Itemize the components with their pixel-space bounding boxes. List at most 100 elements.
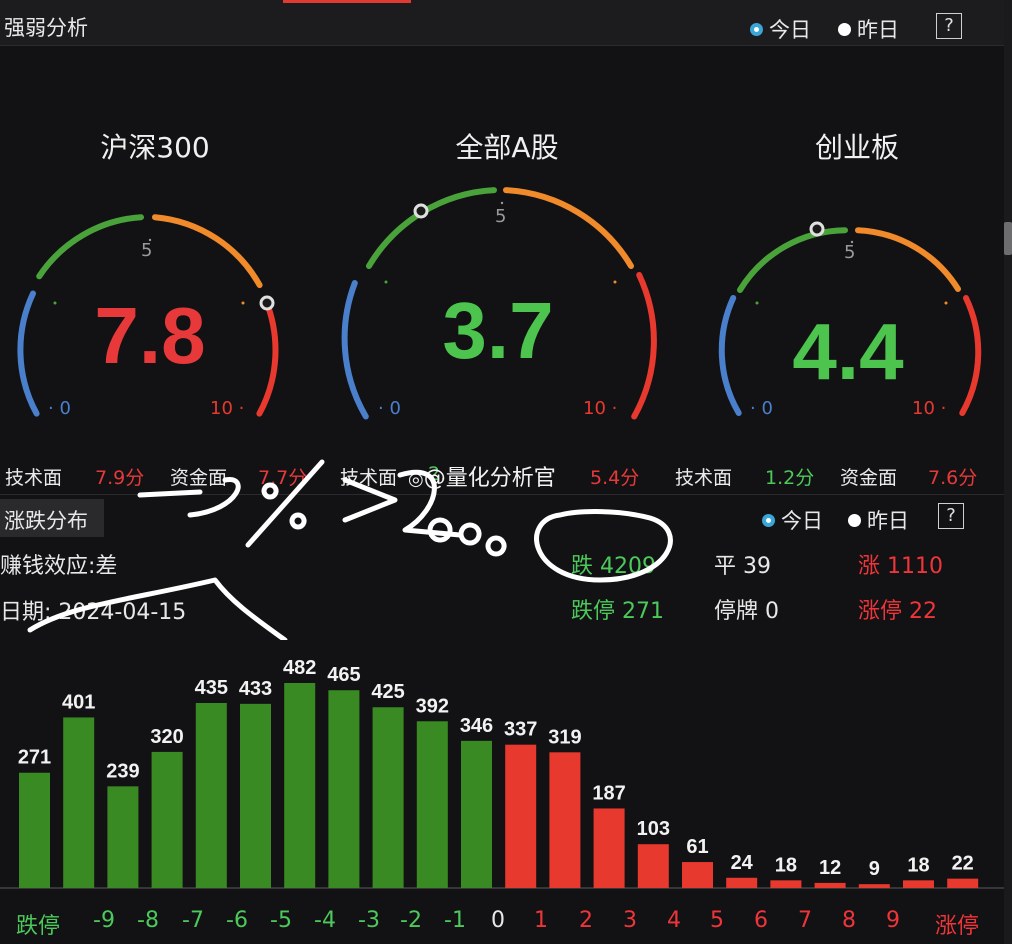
gauge-min-value: 0 — [761, 398, 773, 419]
bar-down-5 — [240, 703, 271, 888]
bar-value-label: 239 — [106, 760, 139, 782]
bar-value-label: 12 — [819, 857, 841, 879]
bar-down-3 — [151, 751, 183, 888]
bar-up-17 — [770, 880, 802, 888]
bar-up-14 — [637, 844, 669, 888]
gauge-mid-tick: 5 — [495, 206, 507, 227]
bar-value-label: 482 — [283, 657, 316, 679]
bar-value-label: 61 — [686, 836, 708, 858]
distribution-chart: 271 401 239 320 435 433 482 465 425 392 346 337 319 1… — [0, 657, 1004, 889]
x-axis-label: 8 — [842, 908, 856, 933]
help-button[interactable]: ? — [938, 503, 964, 529]
radio-unselected-icon — [848, 513, 861, 527]
gauge-marker — [259, 295, 275, 311]
bar-up-12 — [549, 752, 581, 888]
x-axis-label: 3 — [623, 908, 637, 933]
x-axis-label: -6 — [226, 908, 248, 933]
up-count: 涨 1110 — [858, 554, 943, 579]
bar-up-19 — [858, 884, 890, 888]
bar-down-9 — [416, 721, 448, 888]
bar-up-16 — [726, 877, 758, 888]
x-axis-label: 6 — [754, 908, 768, 933]
gauge-min-value: 0 — [59, 398, 71, 419]
bar-value-label: 435 — [195, 677, 228, 699]
gauge-arc-green — [737, 227, 848, 293]
bar-value-label: 18 — [775, 854, 797, 876]
gauge-arc-blue — [341, 280, 369, 420]
gauge-max: 10 · — [583, 398, 618, 419]
bar-value-label: 346 — [460, 715, 493, 737]
bar-value-label: 401 — [62, 691, 95, 713]
gauge-arc-green — [366, 187, 497, 269]
bar-value-label: 465 — [327, 664, 360, 686]
gauge-arc-orange — [152, 214, 263, 289]
bar-value-label: 18 — [907, 854, 929, 876]
x-axis-label: 9 — [886, 908, 900, 933]
bars-group: 271 401 239 320 435 433 482 465 425 392 346 337 319 1… — [18, 657, 979, 888]
bar-value-label: 425 — [371, 681, 404, 703]
gauge-arc-orange — [855, 227, 961, 292]
bar-up-15 — [682, 862, 713, 888]
x-axis-label: -8 — [137, 908, 159, 933]
radio-today-label: 今日 — [781, 509, 823, 533]
scrollbar-thumb[interactable] — [1004, 222, 1012, 255]
bar-value-label: 271 — [18, 747, 51, 769]
gauge-max-value: 10 — [210, 398, 233, 419]
radio-selected-icon — [762, 513, 775, 527]
x-axis-label: 4 — [667, 908, 681, 933]
bar-down-1 — [63, 717, 95, 888]
bar-value-label: 433 — [239, 678, 272, 700]
gauge-arc-blue — [17, 290, 40, 417]
x-axis-label: -9 — [93, 908, 115, 933]
gauge-arc-blue — [718, 295, 742, 416]
gauge-min: · 0 — [378, 398, 401, 419]
gauge-max: 10 · — [912, 398, 947, 419]
limit-up-count: 涨停 22 — [858, 599, 937, 624]
x-axis-label: 1 — [534, 908, 548, 933]
suspended-count: 停牌 0 — [714, 599, 779, 624]
bar-value-label: 319 — [548, 726, 581, 748]
gauge-arc-red — [959, 295, 982, 416]
x-axis-label: 跌停 — [15, 914, 61, 939]
bar-down-6 — [284, 683, 316, 888]
x-axis-label: -2 — [400, 908, 422, 933]
gauge-max: 10 · — [210, 398, 245, 419]
bar-value-label: 320 — [150, 726, 183, 748]
bar-down-10 — [461, 740, 492, 888]
gauge-mid-tick: 5 — [844, 242, 856, 263]
bar-up-11 — [505, 744, 537, 888]
bar-value-label: 187 — [592, 782, 625, 804]
bar-value-label: 24 — [731, 852, 754, 874]
x-axis-label: 5 — [710, 908, 724, 933]
x-axis-label: -5 — [270, 908, 292, 933]
gauge-arc-red — [631, 272, 657, 420]
scrollbar-track[interactable] — [1004, 0, 1012, 944]
gauge-marker — [413, 203, 429, 219]
bar-up-21 — [947, 878, 979, 888]
x-axis-label: 0 — [491, 908, 505, 933]
bar-value-label: 22 — [952, 853, 974, 875]
bar-down-0 — [19, 772, 50, 888]
x-axis-label: 2 — [579, 908, 593, 933]
x-axis-label: 7 — [798, 908, 812, 933]
bar-up-13 — [593, 808, 625, 888]
gauge-score-all-a: 3.7 — [442, 286, 554, 375]
bar-up-18 — [814, 882, 846, 888]
x-axis-label: -4 — [314, 908, 336, 933]
gauge-min: · 0 — [750, 398, 773, 419]
gauge-min: · 0 — [48, 398, 71, 419]
gauge-arc-green — [36, 214, 144, 280]
gauge-max-value: 10 — [912, 398, 935, 419]
gauge-max-value: 10 — [583, 398, 606, 419]
gauge-score-cyb: 4.4 — [792, 307, 904, 396]
bar-value-label: 337 — [504, 719, 537, 741]
gauge-mid-tick: 5 — [141, 240, 153, 261]
fund-label: 资金面 — [840, 467, 898, 489]
bar-down-8 — [372, 707, 404, 888]
cyb-fund-score: 7.6分 — [928, 467, 978, 489]
gauge-arc-orange — [503, 187, 634, 269]
gauge-marker — [809, 221, 825, 237]
bar-value-label: 392 — [416, 695, 449, 717]
radio-today[interactable]: 今日 — [762, 505, 823, 535]
radio-yesterday[interactable]: 昨日 — [848, 505, 909, 535]
